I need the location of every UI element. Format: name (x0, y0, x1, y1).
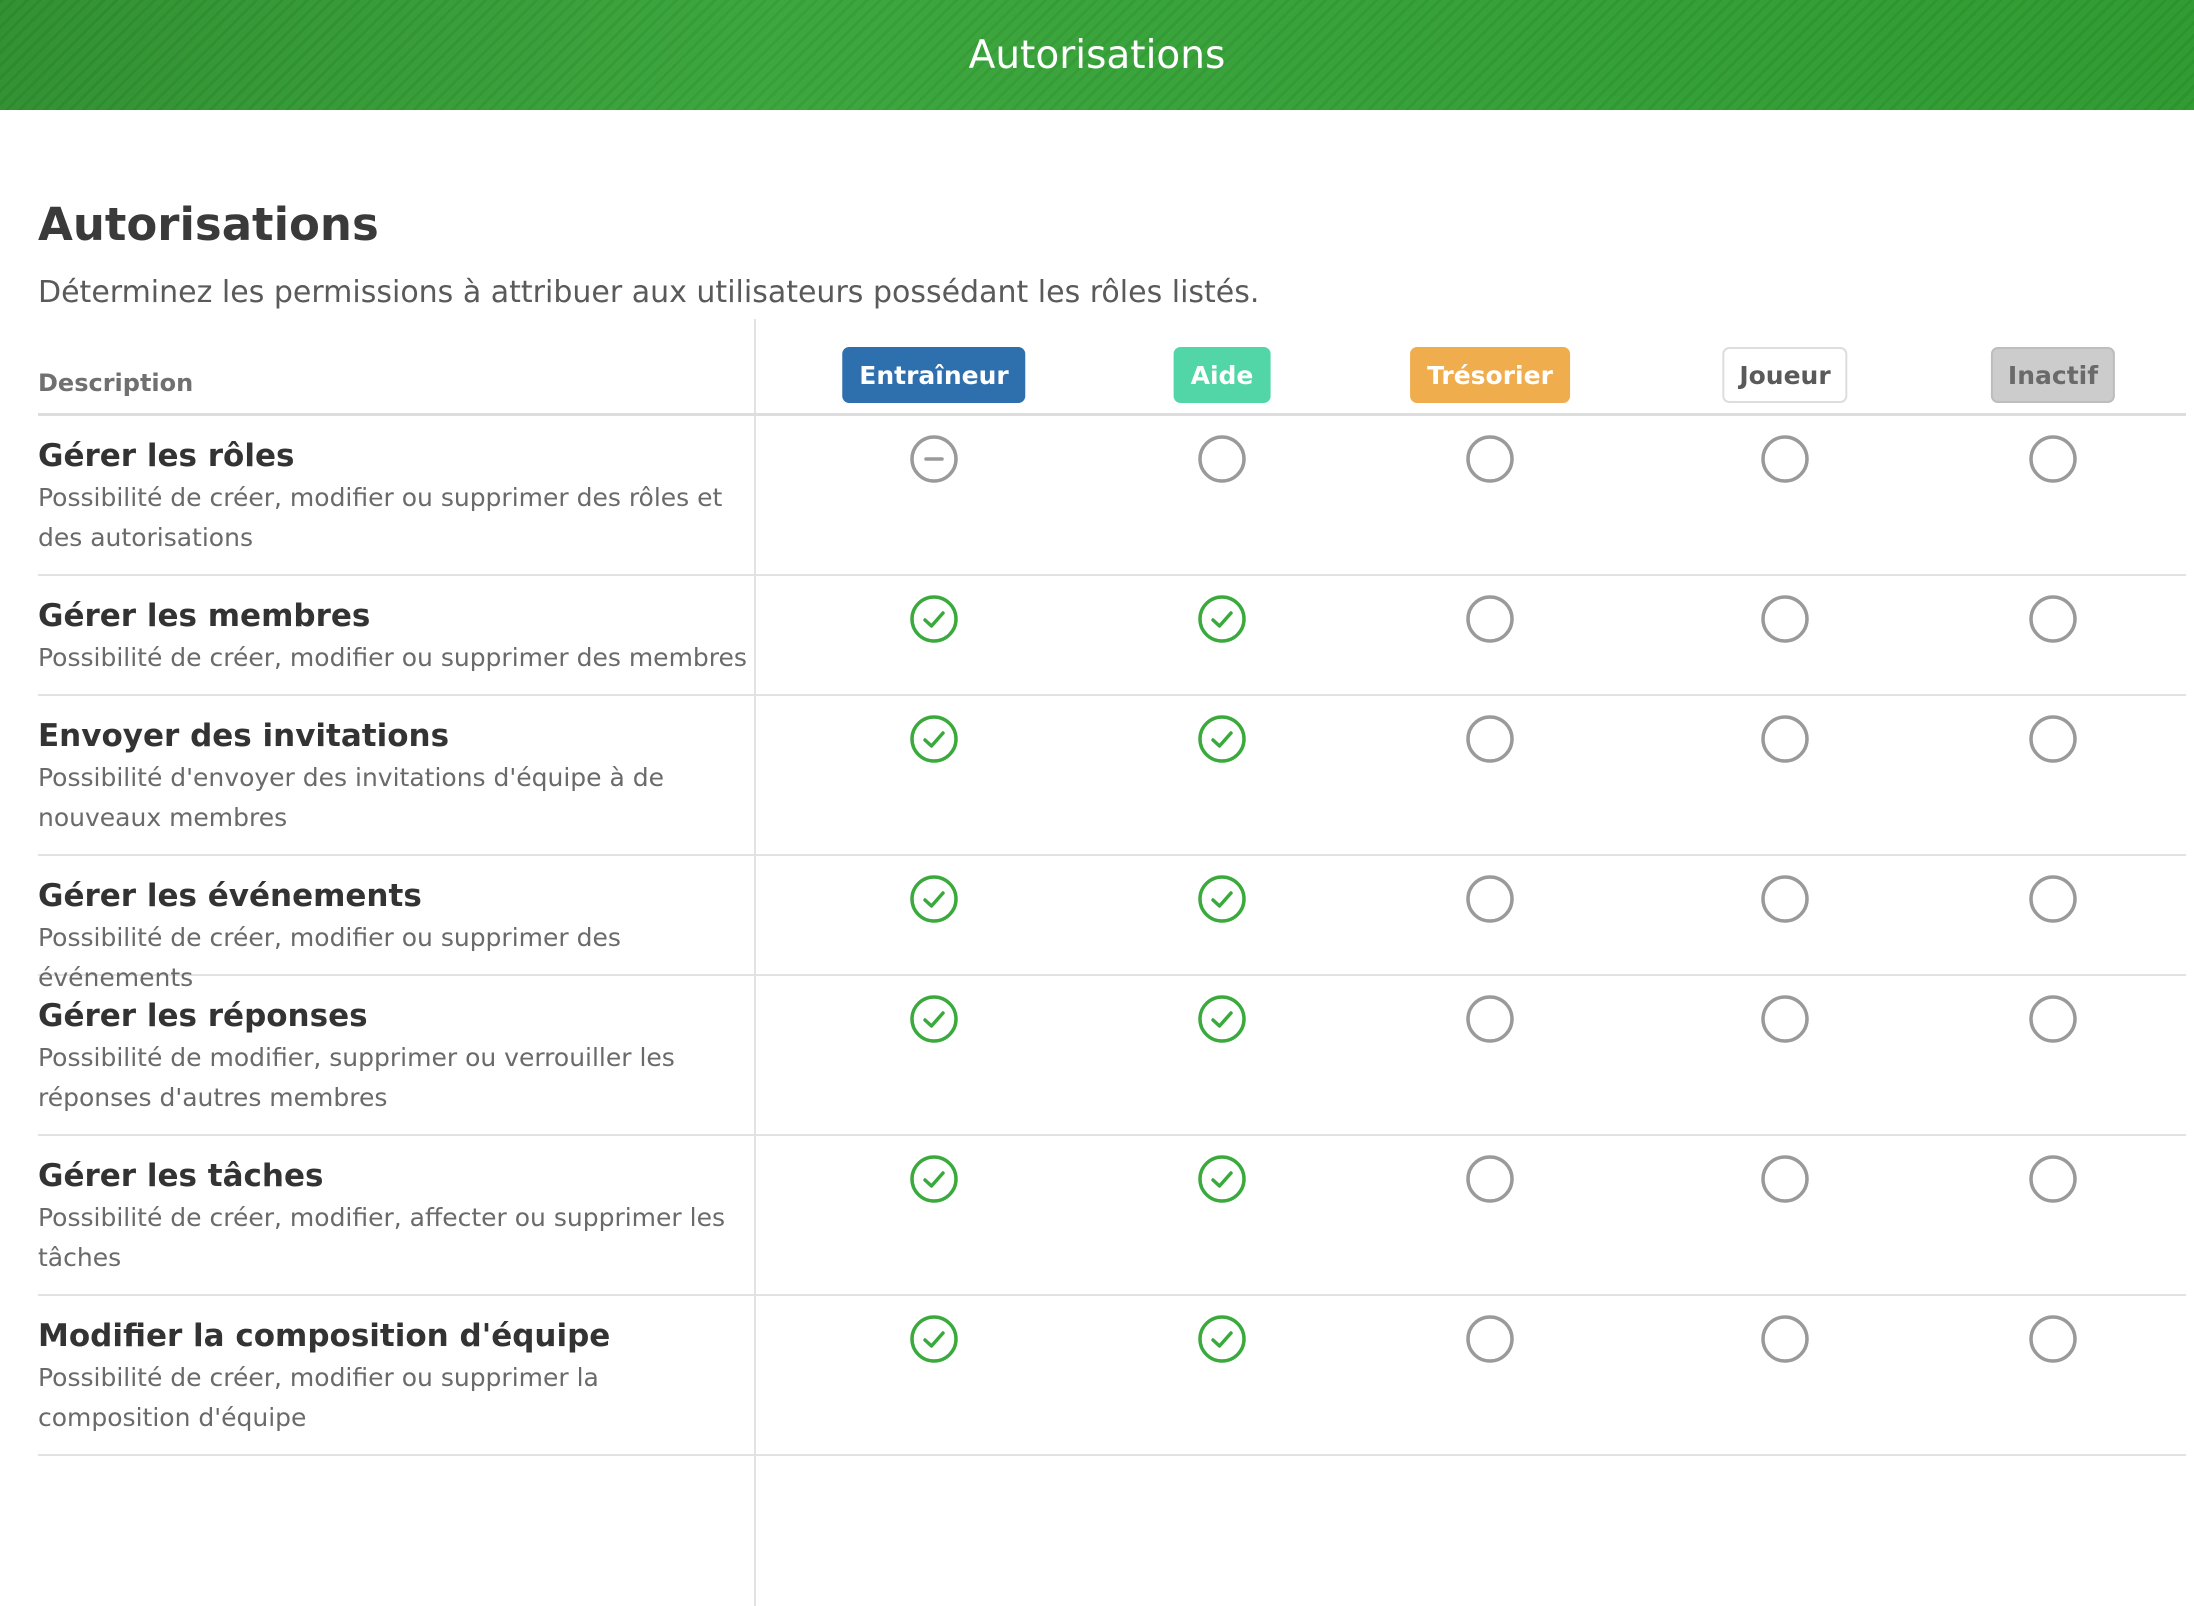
top-bar-title: Autorisations (968, 32, 1226, 78)
permission-description: Possibilité d'envoyer des invitations d'… (38, 763, 665, 832)
check-circle-icon[interactable] (909, 1154, 959, 1204)
empty-circle-icon[interactable] (1760, 594, 1810, 644)
empty-circle-icon[interactable] (1465, 714, 1515, 764)
permission-title: Gérer les membres (38, 598, 371, 634)
table-row: Gérer les réponses Possibilité de modifie… (38, 976, 2186, 1136)
permission-description: Possibilité de créer, modifier, affecter… (38, 1203, 725, 1272)
check-circle-icon[interactable] (1197, 874, 1247, 924)
permission-title: Gérer les événements (38, 878, 422, 914)
description-column-header: Description (38, 369, 194, 397)
table-header-row: Description Entraîneur Aide Trésorier Joueu… (38, 319, 2186, 416)
permission-description: Possibilité de créer, modifier ou suppri… (38, 643, 747, 672)
check-circle-icon[interactable] (1197, 714, 1247, 764)
table-row: Modifier la composition d'équipe Possibil… (38, 1296, 2186, 1456)
permission-title: Gérer les tâches (38, 1158, 324, 1194)
table-row: Gérer les rôles Possibilité de créer, mod… (38, 416, 2186, 576)
empty-circle-icon[interactable] (2028, 1154, 2078, 1204)
check-circle-icon[interactable] (1197, 1314, 1247, 1364)
page-subtitle: Déterminez les permissions à attribuer a… (38, 275, 1260, 310)
empty-circle-icon[interactable] (2028, 1314, 2078, 1364)
check-circle-icon[interactable] (1197, 1154, 1247, 1204)
permission-description: Possibilité de modifier, supprimer ou ve… (38, 1043, 675, 1112)
empty-circle-icon[interactable] (1760, 714, 1810, 764)
empty-circle-icon[interactable] (1465, 1154, 1515, 1204)
empty-circle-icon[interactable] (1760, 1154, 1810, 1204)
role-badge-5[interactable]: Inactif (1990, 347, 2116, 403)
permission-title: Modifier la composition d'équipe (38, 1318, 611, 1354)
empty-circle-icon[interactable] (2028, 594, 2078, 644)
role-badge-2[interactable]: Aide (1173, 347, 1271, 403)
check-circle-icon[interactable] (1197, 594, 1247, 644)
permission-description: Possibilité de créer, modifier ou suppri… (38, 1363, 599, 1432)
check-circle-icon[interactable] (909, 594, 959, 644)
empty-circle-icon[interactable] (2028, 434, 2078, 484)
empty-circle-icon[interactable] (1760, 434, 1810, 484)
empty-circle-icon[interactable] (1465, 994, 1515, 1044)
table-row: Gérer les tâches Possibilité de créer, mo… (38, 1136, 2186, 1296)
empty-circle-icon[interactable] (2028, 994, 2078, 1044)
permission-description: Possibilité de créer, modifier ou suppri… (38, 483, 723, 552)
check-circle-icon[interactable] (909, 874, 959, 924)
top-bar: Autorisations (0, 0, 2194, 110)
empty-circle-icon[interactable] (1465, 594, 1515, 644)
empty-circle-icon[interactable] (2028, 874, 2078, 924)
permission-title: Gérer les réponses (38, 998, 368, 1034)
permission-title: Envoyer des invitations (38, 718, 450, 754)
check-circle-icon[interactable] (909, 714, 959, 764)
empty-circle-icon[interactable] (1760, 994, 1810, 1044)
permission-title: Gérer les rôles (38, 438, 295, 474)
permissions-table: Description Entraîneur Aide Trésorier Joueu… (38, 319, 2186, 1606)
role-badge-4[interactable]: Joueur (1722, 347, 1848, 403)
empty-circle-icon[interactable] (2028, 714, 2078, 764)
empty-circle-icon[interactable] (1760, 874, 1810, 924)
check-circle-icon[interactable] (909, 1314, 959, 1364)
empty-circle-icon[interactable] (1465, 874, 1515, 924)
role-badge-3[interactable]: Trésorier (1410, 347, 1570, 403)
permission-rows: Gérer les rôles Possibilité de créer, mod… (38, 416, 2186, 1456)
page-title: Autorisations (38, 198, 379, 251)
empty-circle-icon[interactable] (1760, 1314, 1810, 1364)
table-row: Envoyer des invitations Possibilité d'env… (38, 696, 2186, 856)
table-row: Gérer les événements Possibilité de créer… (38, 856, 2186, 992)
table-row: Gérer les membres Possibilité de créer, m… (38, 576, 2186, 696)
empty-circle-icon[interactable] (1465, 434, 1515, 484)
check-circle-icon[interactable] (909, 994, 959, 1044)
check-circle-icon[interactable] (1197, 994, 1247, 1044)
empty-circle-icon[interactable] (1197, 434, 1247, 484)
minus-circle-icon[interactable] (909, 434, 959, 484)
empty-circle-icon[interactable] (1465, 1314, 1515, 1364)
role-badge-1[interactable]: Entraîneur (842, 347, 1026, 403)
